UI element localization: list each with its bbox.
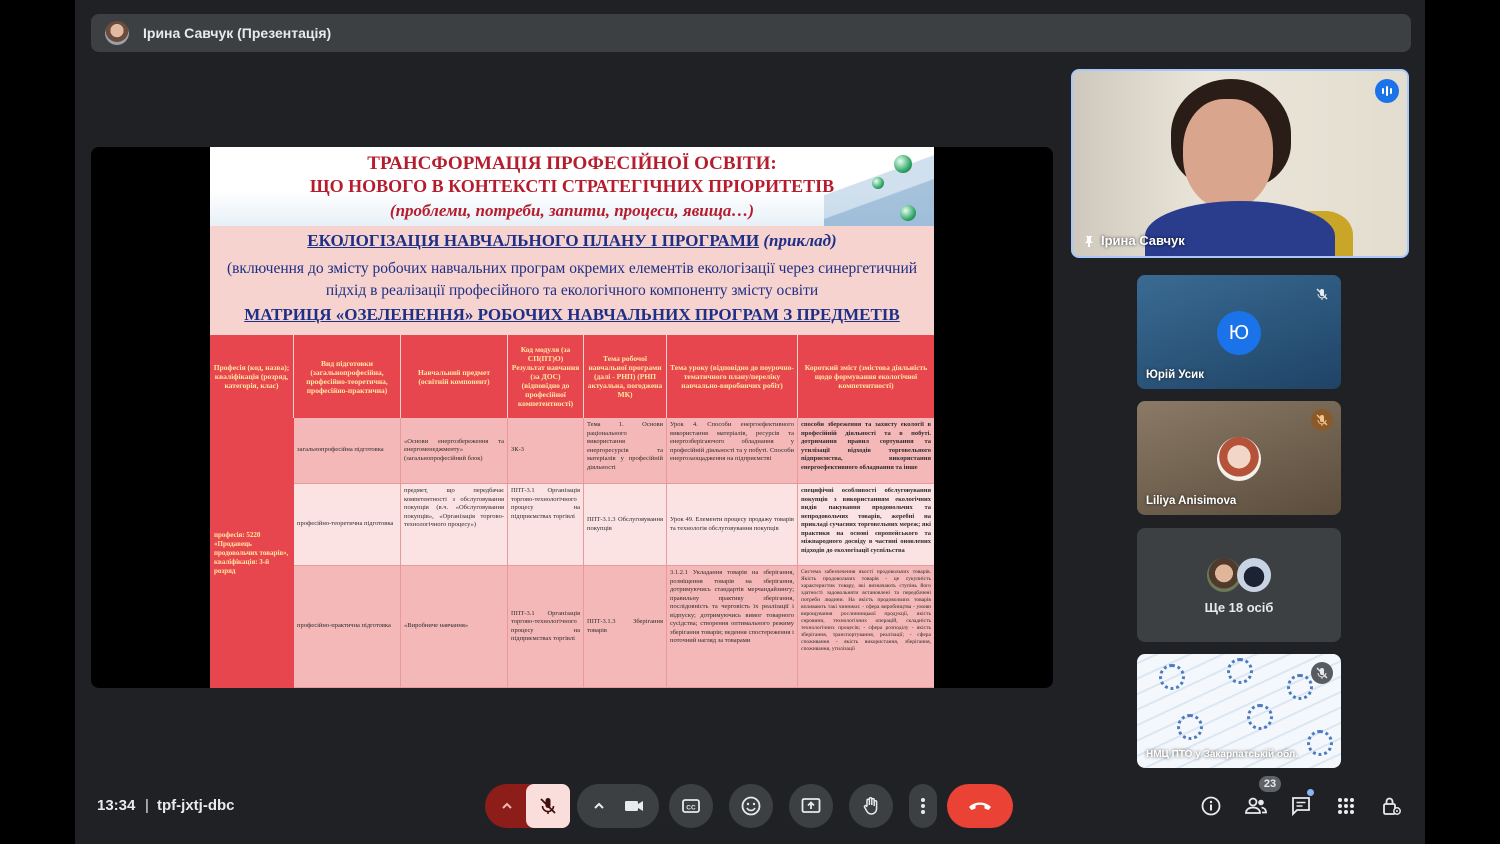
meeting-time: 13:34 [97,797,136,814]
table-cell: ППТ-3.1.3 Зберігання товарів [584,566,667,688]
avatar [1237,558,1271,592]
host-controls-icon [1383,797,1401,815]
participant-name: Liliya Anisimova [1146,495,1237,507]
table-header-cell: Професія (код, назва); кваліфікація (роз… [210,335,294,418]
table-cell: ЗК-3 [508,418,584,484]
table-cell: Урок 4. Способи енергоефективного викори… [667,418,798,484]
table-cell: Урок 49. Елементи процесу продажу товарі… [667,484,798,566]
chevron-up-icon [594,802,604,809]
activities-icon [1338,798,1354,814]
captions-button[interactable]: CC [669,784,713,828]
table-row: загальнопрофесійна підготовка «Основи ен… [294,418,934,484]
speaker-name-row: Ірина Савчук [1083,233,1185,248]
participant-tile[interactable]: НМЦ ПТО у Закарпатській обл. [1137,654,1341,768]
chevron-up-icon [502,802,512,809]
slide-matrix-title: МАТРИЦЯ «ОЗЕЛЕНЕННЯ» РОБОЧИХ НАВЧАЛЬНИХ … [244,305,900,324]
emoji-reaction-button[interactable] [729,784,773,828]
participant-tile[interactable]: Liliya Anisimova [1137,401,1341,515]
chat-icon [1292,797,1310,817]
mic-off-icon [1311,283,1333,305]
table-cell: ППТ-3.1 Організація торгово-технологічно… [508,484,584,566]
video-options-button[interactable] [577,784,659,828]
table-cell: «Основи енергозбереження та енергоменедж… [401,418,508,484]
table-header-cell: Навчальний предмет (освітній компонент) [401,335,508,418]
emoji-icon [741,796,761,816]
more-participants-label: Ще 18 осіб [1204,600,1274,615]
speaking-indicator-icon [1375,79,1399,103]
slide-heading-line1: ТРАНСФОРМАЦІЯ ПРОФЕСІЙНОЇ ОСВІТИ: [367,153,777,174]
more-options-icon [921,798,925,814]
activities-button[interactable] [1332,792,1360,820]
table-cell: «Виробниче навчання» [401,566,508,688]
table-cell: Тема 1. Основи раціонального використанн… [584,418,667,484]
present-now-button[interactable] [789,784,833,828]
meeting-code: tpf-jxtj-dbc [157,797,235,814]
table-cell: Система забезпечення якості продовольчих… [798,566,934,688]
avatar [1217,437,1261,481]
speaker-name: Ірина Савчук [1101,233,1185,248]
leave-call-button[interactable] [947,784,1013,828]
avatar: Ю [1217,311,1261,355]
presentation-stage[interactable]: ТРАНСФОРМАЦІЯ ПРОФЕСІЙНОЇ ОСВІТИ: ЩО НОВ… [91,147,1053,688]
table-header-cell: Код модуля (за СП(ПТ)О) Результат навчан… [508,335,584,418]
participant-tile[interactable]: Ю Юрій Усик [1137,275,1341,389]
participant-name: Юрій Усик [1146,369,1204,381]
profession-cell: професія: 5220 «Продавець продовольчих т… [210,418,294,688]
raise-hand-button[interactable] [849,784,893,828]
captions-icon: CC [682,799,700,813]
table-header-cell: Вид підготовки (загальнопрофесійна, проф… [294,335,401,418]
table-header-cell: Короткий зміст (змістова діяльність щодо… [804,363,928,390]
presenter-avatar [105,21,129,45]
mic-off-icon [1311,409,1333,431]
presentation-bar: Ірина Савчук (Презентація) [91,14,1411,52]
table-row: професійно-теоретична підготовка предмет… [294,484,934,566]
info-icon [1201,796,1221,816]
slide-heading-line2: ЩО НОВОГО В КОНТЕКСТІ СТРАТЕГІЧНИХ ПРІОР… [309,176,835,196]
meet-window: Ірина Савчук (Презентація) ТРАНСФОРМАЦІЯ… [75,0,1425,844]
slide-title: ЕКОЛОГІЗАЦІЯ НАВЧАЛЬНОГО ПЛАНУ І ПРОГРАМ… [210,231,934,251]
raise-hand-icon [863,797,878,815]
chat-button[interactable] [1287,792,1315,820]
people-icon [1245,797,1267,814]
meeting-details-button[interactable] [1197,792,1225,820]
table-header-cell: Тема уроку (відповідно до поурочно-темат… [667,335,798,418]
camera-icon[interactable] [623,795,645,817]
host-controls-button[interactable] [1377,792,1405,820]
more-participants-tile[interactable]: Ще 18 осіб [1137,528,1341,642]
participant-name: НМЦ ПТО у Закарпатській обл. [1146,749,1299,760]
slide-body: (включення до змісту робочих навчальних … [226,260,918,299]
mic-off-icon [540,798,556,814]
table-cell: професійно-теоретична підготовка [294,484,401,566]
people-button[interactable] [1242,792,1270,820]
table-header-row: Професія (код, назва); кваліфікація (роз… [210,335,934,418]
table-cell: предмет, що передбачає компетентності з … [401,484,508,566]
table-row: професійно-практична підготовка «Виробни… [294,566,934,688]
table-cell: специфічні особливості обслуговування по… [798,484,934,566]
table-cell: загальнопрофесійна підготовка [294,418,401,484]
pin-icon [1085,235,1093,247]
speaker-tile[interactable]: Ірина Савчук [1071,69,1409,258]
slide-heading-line3: (проблеми, потреби, запити, процеси, яви… [389,201,755,220]
people-count-badge: 23 [1259,776,1281,792]
svg-text:CC: CC [686,805,696,812]
slide-title-main: ЕКОЛОГІЗАЦІЯ НАВЧАЛЬНОГО ПЛАНУ І ПРОГРАМ… [307,231,760,250]
table-cell: ППТ-3.1 Організація торгово-технологічно… [508,566,584,688]
more-options-button[interactable] [909,784,937,828]
table-cell: 3.1.2.1 Укладання товарів на зберігання,… [667,566,798,688]
presentation-title: Ірина Савчук (Презентація) [143,25,332,41]
present-icon [801,798,821,813]
slide-title-note: (приклад) [759,231,837,250]
microphone-toggle-button[interactable] [526,784,570,828]
end-call-icon [969,802,991,810]
mic-off-icon [1311,662,1333,684]
matrix-table: Професія (код, назва); кваліфікація (роз… [210,335,934,688]
table-cell: способи збереження та захисту екології в… [798,418,934,484]
avatar [1207,558,1241,592]
table-header-cell: Тема робочої навчальної програми (далі -… [584,335,667,418]
slide: ТРАНСФОРМАЦІЯ ПРОФЕСІЙНОЇ ОСВІТИ: ЩО НОВ… [210,147,934,688]
separator: | [145,797,149,814]
table-cell: ППТ-3.1.3 Обслуговування покупців [584,484,667,566]
table-cell: професійно-практична підготовка [294,566,401,688]
